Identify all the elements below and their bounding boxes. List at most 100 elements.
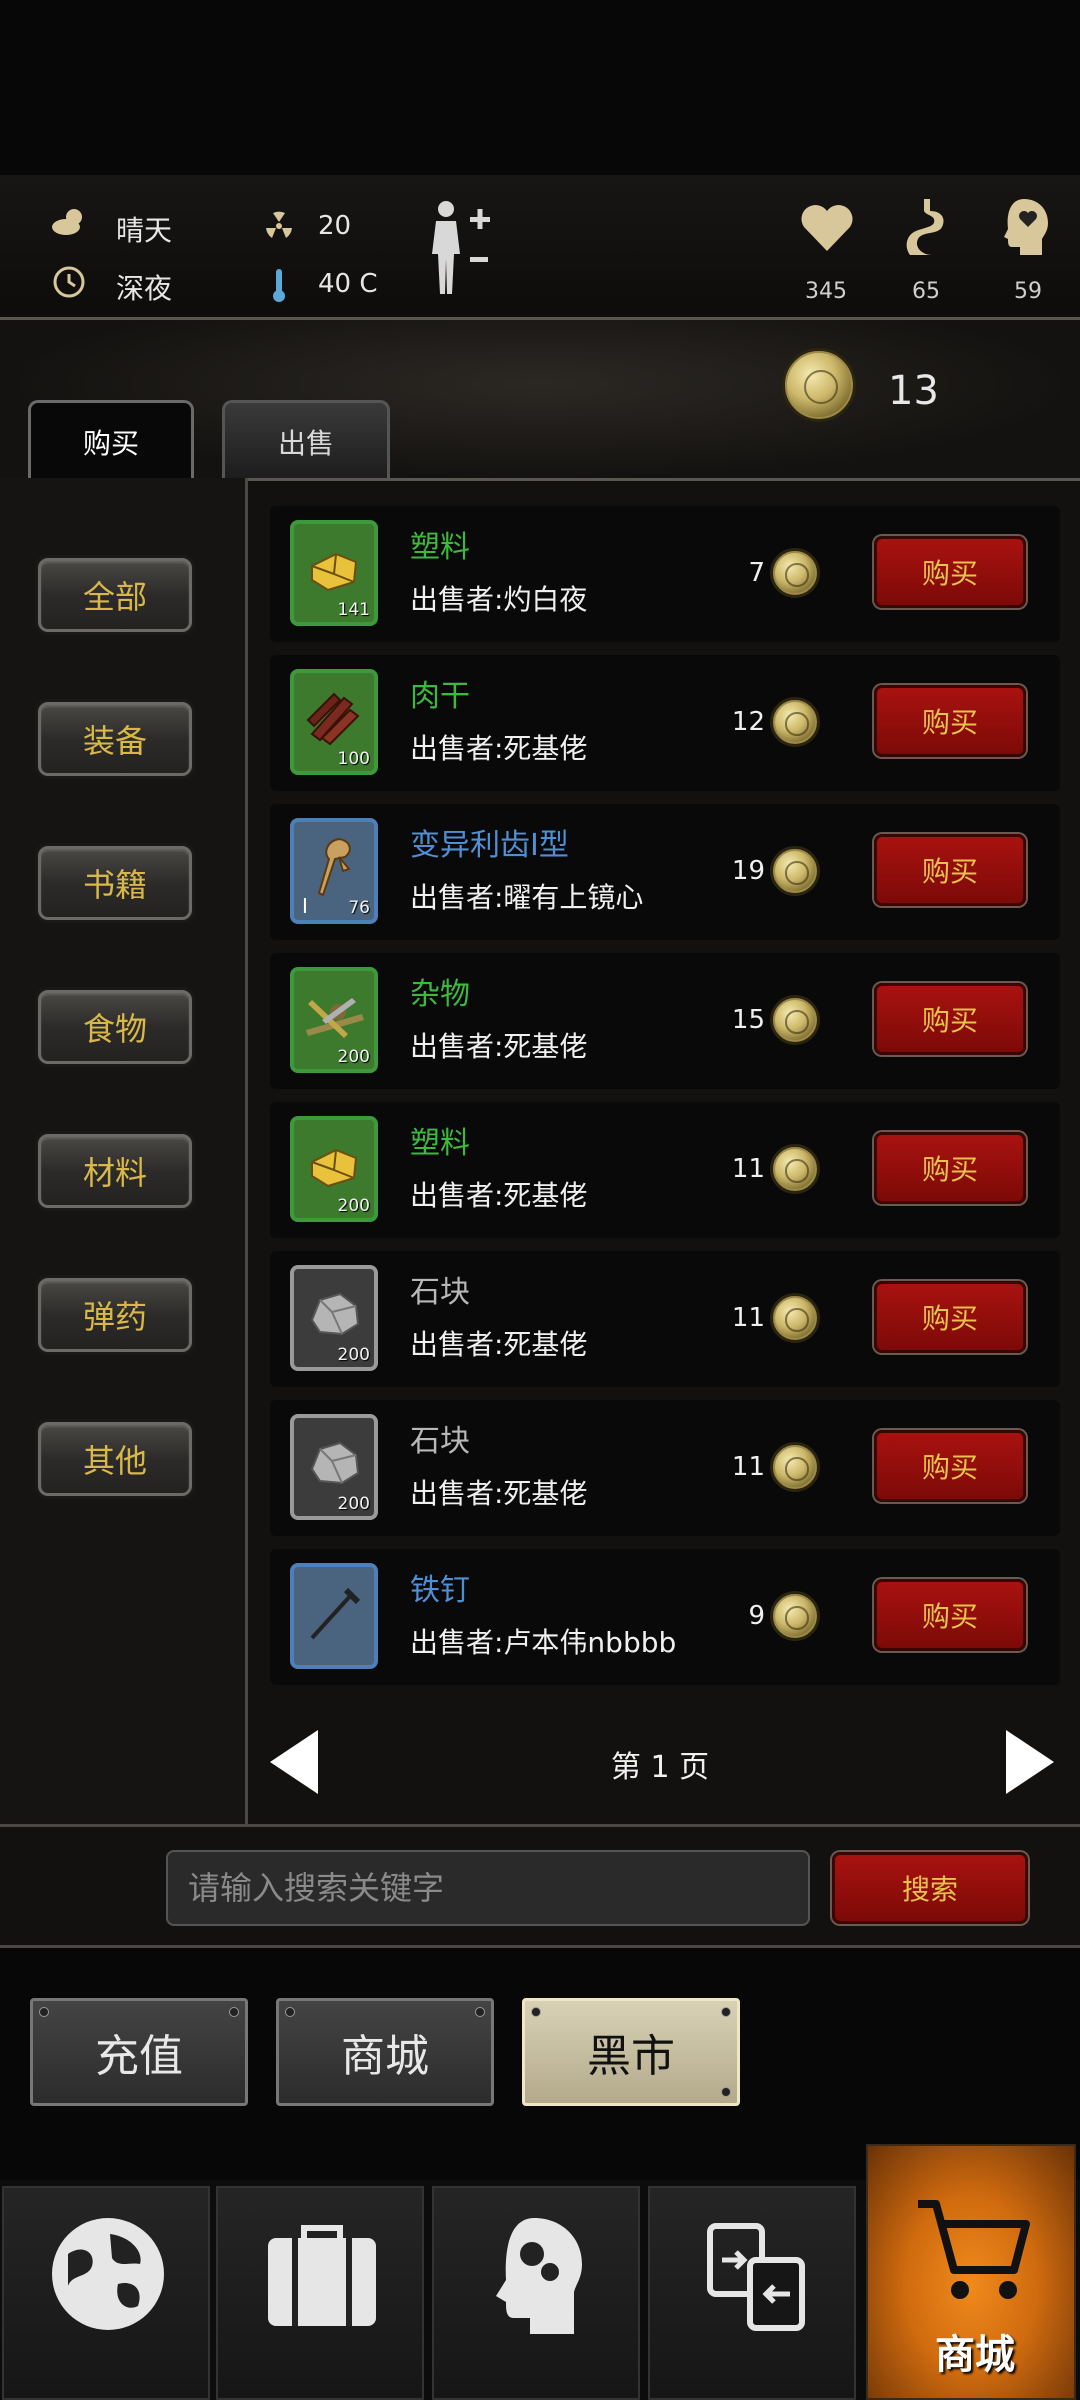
bottle-cap-icon xyxy=(770,548,820,598)
fang-icon xyxy=(317,838,351,897)
category-ammo[interactable]: 弹药 xyxy=(38,1278,192,1352)
thermometer-icon xyxy=(273,269,285,302)
suitcase-icon xyxy=(268,2225,376,2326)
item-seller: 出售者:死基佬 xyxy=(410,1179,588,1212)
stomach-icon xyxy=(906,199,944,255)
item-name: 石块 xyxy=(410,1424,470,1459)
item-name: 铁钉 xyxy=(410,1573,470,1608)
next-page-arrow-icon[interactable] xyxy=(1006,1730,1054,1794)
item-quantity: 100 xyxy=(337,749,370,769)
health-value: 345 xyxy=(805,279,847,304)
nav-map[interactable] xyxy=(2,2186,210,2400)
item-price: 12 xyxy=(731,707,765,737)
item-quantity: 200 xyxy=(337,1494,370,1514)
item-icon-frame xyxy=(290,1563,378,1669)
item-quantity: 76 xyxy=(348,898,370,918)
category-sidebar: 全部 装备 书籍 食物 材料 弹药 其他 xyxy=(0,478,248,1824)
list-item: 200 石块 出售者:死基佬 11 购买 xyxy=(270,1251,1060,1387)
stone-icon xyxy=(310,1292,360,1336)
list-item: 200 石块 出售者:死基佬 11 购买 xyxy=(270,1400,1060,1536)
item-price: 11 xyxy=(731,1452,765,1482)
globe-icon xyxy=(52,2218,164,2330)
junk-icon xyxy=(306,998,364,1039)
item-name: 石块 xyxy=(410,1275,470,1310)
bottle-cap-icon xyxy=(770,995,820,1045)
recharge-label: 充值 xyxy=(95,2031,183,2082)
nav-exchange[interactable] xyxy=(648,2186,856,2400)
item-seller: 出售者:死基佬 xyxy=(410,732,588,765)
list-item: 141 塑料 出售者:灼白夜 7 购买 xyxy=(270,506,1060,642)
item-quantity: 200 xyxy=(337,1196,370,1216)
category-other[interactable]: 其他 xyxy=(38,1422,192,1496)
buy-button[interactable]: 购买 xyxy=(874,1132,1026,1204)
search-button[interactable]: 搜索 xyxy=(832,1852,1028,1924)
item-icon-frame: 100 xyxy=(290,669,378,775)
item-icon-frame: I 76 xyxy=(290,818,378,924)
item-name: 变异利齿Ⅰ型 xyxy=(410,828,569,863)
list-item: I 76 变异利齿Ⅰ型 出售者:曜有上镜心 19 购买 xyxy=(270,804,1060,940)
buy-button[interactable]: 购买 xyxy=(874,685,1026,757)
item-seller: 出售者:死基佬 xyxy=(410,1477,588,1510)
item-name: 杂物 xyxy=(410,977,470,1012)
item-icon-frame: 200 xyxy=(290,967,378,1073)
rivet xyxy=(39,2007,49,2017)
nav-inventory[interactable] xyxy=(216,2186,424,2400)
weather-label: 晴天 xyxy=(116,214,173,247)
tab-buy[interactable]: 购买 xyxy=(28,400,194,480)
item-name: 肉干 xyxy=(410,679,470,714)
item-quantity: 200 xyxy=(337,1345,370,1365)
status-bar: 晴天 深夜 20 40 C 345 65 59 xyxy=(0,175,1080,320)
nav-skills[interactable] xyxy=(432,2186,640,2400)
search-input[interactable] xyxy=(166,1850,810,1926)
item-price: 15 xyxy=(731,1005,765,1035)
bottle-cap-icon xyxy=(770,846,820,896)
bottle-cap-icon xyxy=(770,697,820,747)
store-label: 商城 xyxy=(341,2031,429,2082)
prev-page-arrow-icon[interactable] xyxy=(270,1730,318,1794)
buy-button[interactable]: 购买 xyxy=(874,1281,1026,1353)
category-materials[interactable]: 材料 xyxy=(38,1134,192,1208)
body-status-icon[interactable] xyxy=(426,199,496,299)
head-gears-icon xyxy=(496,2218,582,2334)
category-books[interactable]: 书籍 xyxy=(38,846,192,920)
buy-button[interactable]: 购买 xyxy=(874,1579,1026,1651)
recharge-button[interactable]: 充值 xyxy=(30,1998,248,2106)
rivet xyxy=(721,2087,731,2097)
buy-button[interactable]: 购买 xyxy=(874,834,1026,906)
rivet xyxy=(229,2007,239,2017)
item-name: 塑料 xyxy=(410,1126,470,1161)
item-quantity: 200 xyxy=(337,1047,370,1067)
item-price: 11 xyxy=(731,1303,765,1333)
coin-balance: 13 xyxy=(888,368,939,414)
list-item: 铁钉 出售者:卢本伟nbbbb 9 购买 xyxy=(270,1549,1060,1685)
store-button[interactable]: 商城 xyxy=(276,1998,494,2106)
black-market-button[interactable]: 黑市 xyxy=(522,1998,740,2106)
tab-sell[interactable]: 出售 xyxy=(222,400,390,480)
rivet xyxy=(531,2007,541,2017)
item-icon-frame: 200 xyxy=(290,1265,378,1371)
item-icon-frame: 141 xyxy=(290,520,378,626)
item-seller: 出售者:死基佬 xyxy=(410,1030,588,1063)
plastic-icon xyxy=(311,552,358,592)
category-food[interactable]: 食物 xyxy=(38,990,192,1064)
category-equipment[interactable]: 装备 xyxy=(38,702,192,776)
item-quantity: 141 xyxy=(337,600,370,620)
buy-button[interactable]: 购买 xyxy=(874,1430,1026,1502)
bottle-cap-icon xyxy=(782,348,856,422)
buy-button[interactable]: 购买 xyxy=(874,983,1026,1055)
item-price: 9 xyxy=(748,1601,765,1631)
item-icon-frame: 200 xyxy=(290,1414,378,1520)
bottle-cap-icon xyxy=(770,1144,820,1194)
item-seller: 出售者:灼白夜 xyxy=(410,583,588,616)
bottle-cap-icon xyxy=(770,1293,820,1343)
stone-icon xyxy=(310,1441,360,1485)
clock-icon xyxy=(53,266,85,298)
buy-button[interactable]: 购买 xyxy=(874,536,1026,608)
nav-shop-label: 商城 xyxy=(935,2332,1015,2378)
time-label: 深夜 xyxy=(116,272,173,305)
hunger-value: 65 xyxy=(912,279,940,304)
item-seller: 出售者:死基佬 xyxy=(410,1328,588,1361)
item-icon-frame: 200 xyxy=(290,1116,378,1222)
category-all[interactable]: 全部 xyxy=(38,558,192,632)
item-price: 11 xyxy=(731,1154,765,1184)
